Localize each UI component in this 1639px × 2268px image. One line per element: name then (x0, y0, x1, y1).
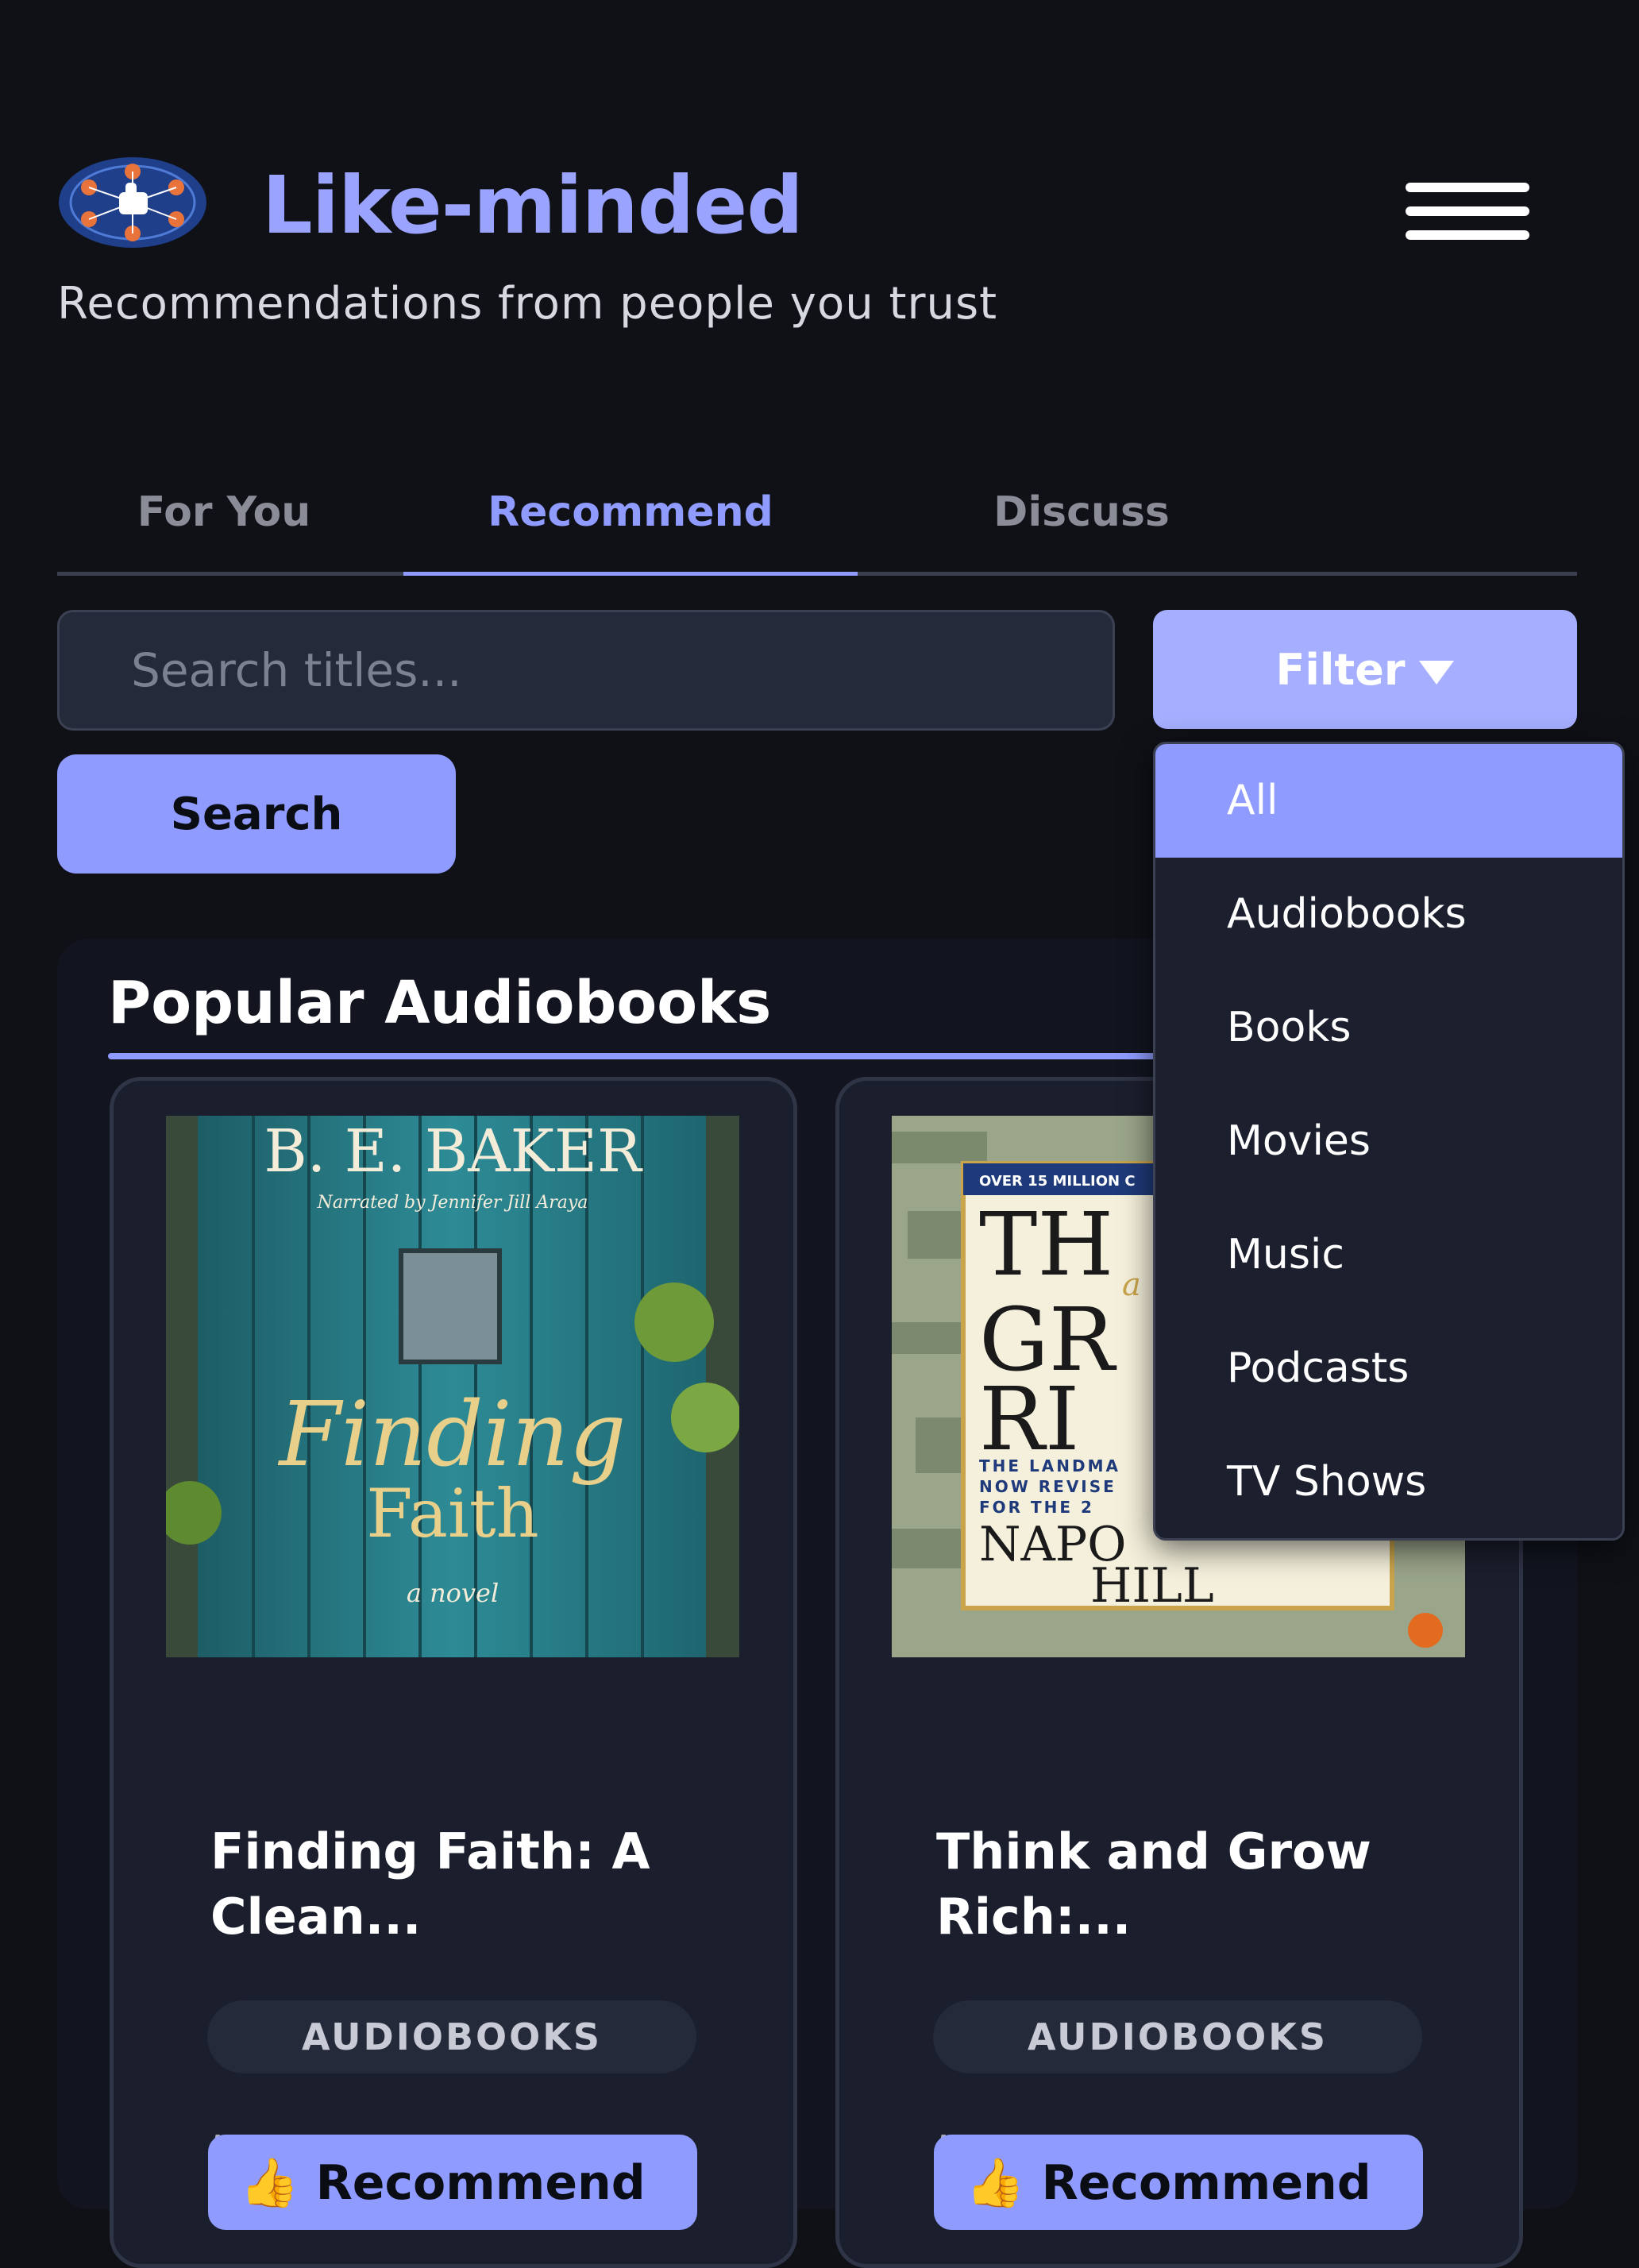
cover-title-line1: Finding (277, 1383, 626, 1487)
recommend-button[interactable]: 👍 Recommend (208, 2135, 697, 2230)
filter-option-movies[interactable]: Movies (1155, 1085, 1622, 1198)
filter-option-music[interactable]: Music (1155, 1198, 1622, 1312)
cover-banner: OVER 15 MILLION C (979, 1173, 1136, 1190)
app-title: Like-minded (262, 159, 804, 252)
tab-discuss[interactable]: Discuss (883, 484, 1280, 572)
filter-dropdown-menu: All Audiobooks Books Movies Music Podcas… (1153, 742, 1625, 1541)
publisher-logo (1408, 1613, 1443, 1648)
category-badge: AUDIOBOOKS (207, 2000, 696, 2073)
card-title[interactable]: Finding Faith: A Clean... (210, 1819, 719, 1950)
search-input[interactable] (57, 610, 1115, 731)
cover-title-line1: TH (979, 1194, 1113, 1295)
hamburger-menu-icon[interactable] (1406, 183, 1529, 243)
tab-recommend[interactable]: Recommend (403, 484, 858, 576)
app-subtitle: Recommendations from people you trust (57, 278, 998, 330)
triangle-down-icon (1419, 661, 1455, 685)
cover-narrator: Narrated by Jennifer Jill Araya (317, 1193, 588, 1213)
book-cover-image[interactable]: B. E. BAKER Narrated by Jennifer Jill Ar… (166, 1116, 739, 1657)
cover-author: B. E. BAKER (264, 1117, 643, 1186)
filter-option-tv-shows[interactable]: TV Shows (1155, 1425, 1622, 1538)
filter-label: Filter (1275, 645, 1406, 695)
card-title[interactable]: Think and Grow Rich:... (936, 1819, 1444, 1950)
filter-option-audiobooks[interactable]: Audiobooks (1155, 858, 1622, 971)
tab-for-you[interactable]: For You (57, 484, 391, 572)
cover-title-line2: Faith (366, 1475, 538, 1552)
cover-title-line4: RI (979, 1368, 1079, 1470)
cover-sub-line3: FOR THE 2 (979, 1498, 1094, 1517)
cover-author-line2: HILL (1090, 1558, 1214, 1614)
filter-option-books[interactable]: Books (1155, 971, 1622, 1085)
cover-sub-line1: THE LANDMA (979, 1456, 1120, 1475)
audiobook-card[interactable]: B. E. BAKER Narrated by Jennifer Jill Ar… (110, 1077, 797, 2268)
filter-option-all[interactable]: All (1155, 744, 1622, 858)
app-header: Like-minded (57, 151, 1582, 262)
filter-option-podcasts[interactable]: Podcasts (1155, 1312, 1622, 1425)
cover-sub-line2: NOW REVISE (979, 1477, 1116, 1496)
thumbs-up-network-icon[interactable] (57, 156, 208, 249)
recommend-button[interactable]: 👍 Recommend (934, 2135, 1423, 2230)
section-divider (108, 1053, 1204, 1059)
search-button[interactable]: Search (57, 754, 456, 874)
cover-tagline: a novel (407, 1578, 499, 1608)
filter-button[interactable]: Filter (1153, 610, 1577, 729)
section-title: Popular Audiobooks (108, 969, 772, 1037)
tab-bar: For You Recommend Discuss (57, 476, 1577, 576)
category-badge: AUDIOBOOKS (933, 2000, 1422, 2073)
cover-title-line2: a (1122, 1267, 1141, 1303)
